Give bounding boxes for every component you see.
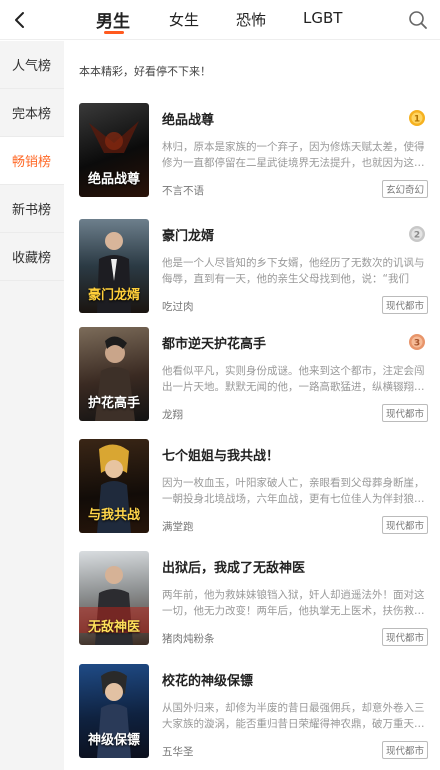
cover-title-text: 绝品战尊 bbox=[87, 172, 140, 187]
book-title[interactable]: 出狱后，我成了无敌神医 bbox=[162, 557, 305, 576]
svg-text:3: 3 bbox=[414, 339, 420, 349]
book-cover[interactable]: 绝品战尊 bbox=[79, 103, 149, 197]
book-cover[interactable]: 神级保镖 bbox=[79, 664, 149, 758]
sidebar-item-new[interactable]: 新书榜 bbox=[0, 185, 64, 233]
cover-title-text: 豪门龙婿 bbox=[87, 288, 140, 303]
book-list-panel: 本本精彩，好看停不下来！ 绝品战尊 绝品战尊 1 林归，原本是家族的一个弃子，因… bbox=[64, 41, 440, 770]
book-genre-tag: 玄幻奇幻 bbox=[381, 180, 428, 198]
tab-female[interactable]: 女生 bbox=[169, 9, 199, 30]
book-cover[interactable]: 无敌神医 bbox=[79, 551, 149, 645]
book-author: 五华圣 bbox=[162, 746, 194, 758]
book-cover[interactable]: 与我共战 bbox=[79, 439, 149, 533]
medal-gold-icon: 1 bbox=[409, 110, 425, 126]
book-author: 不言不语 bbox=[162, 185, 204, 197]
list-intro-text: 本本精彩，好看停不下来！ bbox=[79, 65, 211, 78]
book-description: 从国外归来，却修为半废的昔日最强佣兵，却意外卷入三大家族的漩涡，能否重归昔日荣耀… bbox=[162, 702, 425, 730]
cover-title-text: 无敌神医 bbox=[87, 620, 140, 635]
book-cover[interactable]: 护花高手 bbox=[79, 327, 149, 421]
ranking-sidebar: 人气榜 完本榜 畅销榜 新书榜 收藏榜 bbox=[0, 41, 64, 770]
book-description: 他看似平凡，实则身份成谜。他来到这个都市，注定会闯出一片天地。默默无闻的他，一路… bbox=[162, 365, 425, 393]
sidebar-item-completed[interactable]: 完本榜 bbox=[0, 89, 64, 137]
book-cover[interactable]: 豪门龙婿 bbox=[79, 219, 149, 313]
book-item[interactable]: 神级保镖 校花的神级保镖 从国外归来，却修为半废的昔日最强佣兵，却意外卷入三大家… bbox=[64, 664, 440, 770]
medal-bronze-icon: 3 bbox=[409, 334, 425, 350]
book-title[interactable]: 七个姐姐与我共战！ bbox=[162, 445, 279, 464]
book-genre-tag: 现代都市 bbox=[381, 404, 428, 422]
medal-silver-icon: 2 bbox=[409, 226, 425, 242]
book-item[interactable]: 绝品战尊 绝品战尊 1 林归，原本是家族的一个弃子，因为修炼天赋太差，使得修为一… bbox=[64, 103, 440, 215]
book-title[interactable]: 绝品战尊 bbox=[162, 109, 214, 128]
cover-title-text: 护花高手 bbox=[87, 396, 140, 411]
book-genre-tag: 现代都市 bbox=[381, 628, 428, 646]
book-item[interactable]: 豪门龙婿 豪门龙婿 2 他是一个人尽皆知的乡下女婿，他经历了无数次的讥讽与侮辱，… bbox=[64, 219, 440, 331]
book-description: 他是一个人尽皆知的乡下女婿，他经历了无数次的讥讽与侮辱，直到有一天，他的亲生父母… bbox=[162, 257, 425, 285]
category-tabs: 男生 女生 恐怖 LGBT bbox=[0, 0, 440, 40]
book-author: 满堂跑 bbox=[162, 521, 194, 533]
tab-male[interactable]: 男生 bbox=[96, 7, 130, 32]
book-title[interactable]: 都市逆天护花高手 bbox=[162, 333, 266, 352]
book-genre-tag: 现代都市 bbox=[381, 296, 428, 314]
svg-text:2: 2 bbox=[414, 231, 420, 241]
book-description: 两年前，他为救妹妹锒铛入狱，奸人却逍遥法外！面对这一切，他无力改变！两年后，他执… bbox=[162, 589, 425, 617]
top-bar: 男生 女生 恐怖 LGBT bbox=[0, 0, 440, 40]
sidebar-item-popular[interactable]: 人气榜 bbox=[0, 41, 64, 89]
book-item[interactable]: 护花高手 都市逆天护花高手 3 他看似平凡，实则身份成谜。他来到这个都市，注定会… bbox=[64, 327, 440, 439]
sidebar-item-bestseller[interactable]: 畅销榜 bbox=[0, 137, 64, 185]
rank-badge-2: 2 bbox=[408, 225, 426, 243]
book-title[interactable]: 豪门龙婿 bbox=[162, 225, 214, 244]
book-author: 猪肉炖粉条 bbox=[162, 633, 215, 645]
book-author: 龙翔 bbox=[162, 409, 183, 421]
sidebar-item-favorites[interactable]: 收藏榜 bbox=[0, 233, 64, 281]
cover-title-text: 神级保镖 bbox=[87, 733, 140, 748]
book-author: 吃过肉 bbox=[162, 301, 194, 313]
book-genre-tag: 现代都市 bbox=[381, 516, 428, 534]
rank-badge-1: 1 bbox=[408, 109, 426, 127]
book-title[interactable]: 校花的神级保镖 bbox=[162, 670, 253, 689]
book-description: 因为一枚血玉，叶阳家破人亡，亲眼看到父母葬身断崖，一朝投身北境战场，六年血战，更… bbox=[162, 477, 425, 505]
book-item[interactable]: 与我共战 七个姐姐与我共战！ 因为一枚血玉，叶阳家破人亡，亲眼看到父母葬身断崖，… bbox=[64, 439, 440, 551]
cover-title-text: 与我共战 bbox=[87, 508, 140, 523]
tab-horror[interactable]: 恐怖 bbox=[236, 9, 266, 30]
search-icon bbox=[409, 11, 427, 29]
book-description: 林归，原本是家族的一个弃子，因为修炼天赋太差，使得修为一直都停留在二星武徒境界无… bbox=[162, 141, 425, 169]
chevron-left-icon bbox=[15, 12, 24, 28]
search-button[interactable] bbox=[404, 6, 432, 34]
svg-text:1: 1 bbox=[414, 115, 420, 125]
rank-badge-3: 3 bbox=[408, 333, 426, 351]
book-item[interactable]: 无敌神医 出狱后，我成了无敌神医 两年前，他为救妹妹锒铛入狱，奸人却逍遥法外！面… bbox=[64, 551, 440, 663]
back-button[interactable] bbox=[6, 6, 34, 34]
tab-lgbt[interactable]: LGBT bbox=[303, 9, 342, 27]
book-genre-tag: 现代都市 bbox=[381, 741, 428, 759]
